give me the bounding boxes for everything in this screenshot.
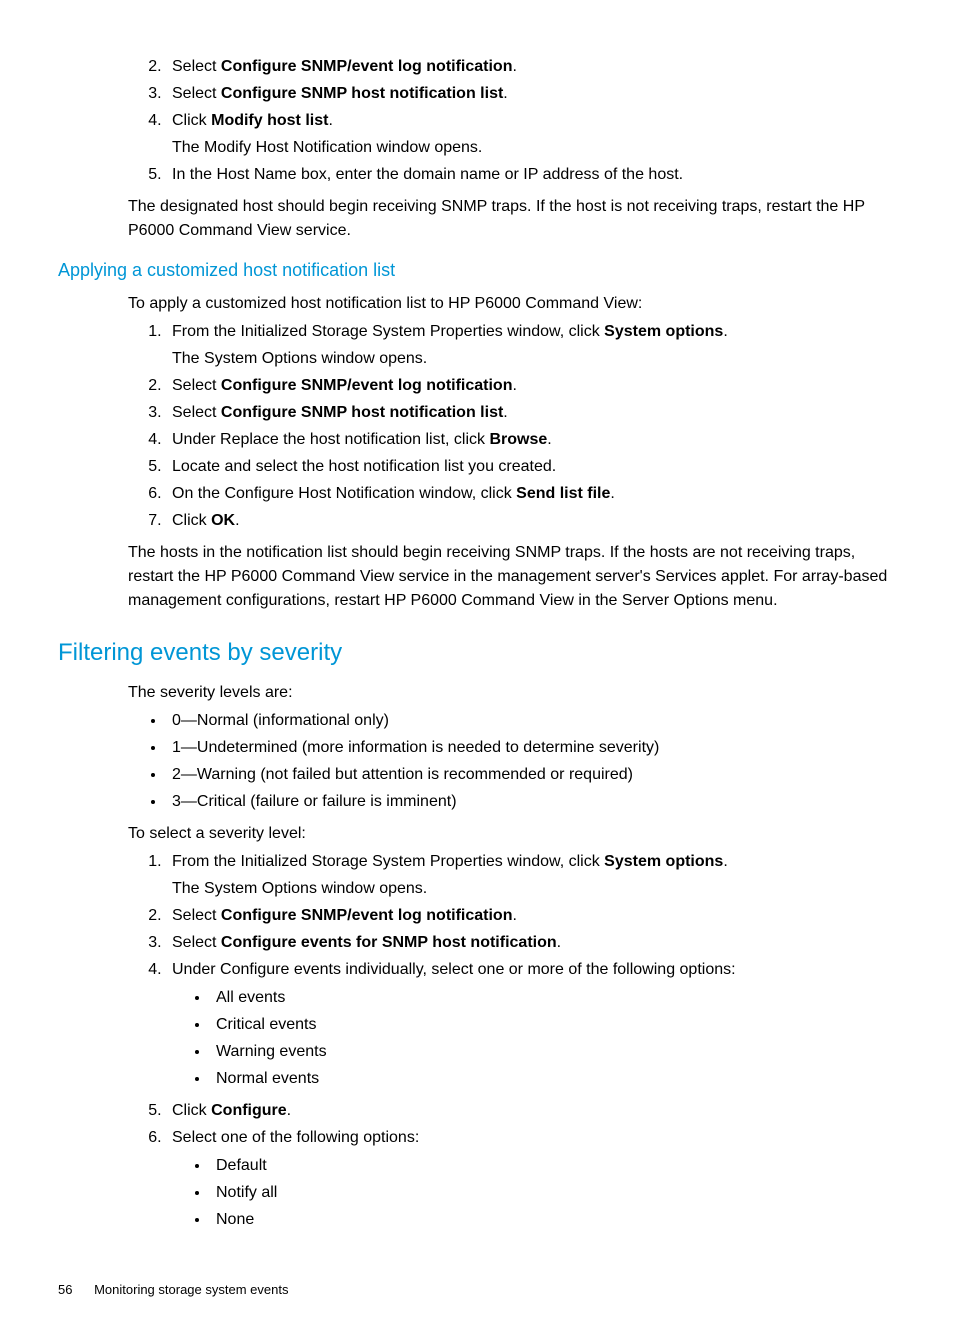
bold-term: System options [604,853,723,870]
severity-levels-list: 0—Normal (informational only) 1—Undetermi… [128,709,896,814]
section1-ordered-list: From the Initialized Storage System Prop… [128,320,896,533]
list-item: Select Configure events for SNMP host no… [166,931,896,955]
section1-lead: To apply a customized host notification … [128,292,896,316]
page-number: 56 [58,1280,72,1300]
list-item: On the Configure Host Notification windo… [166,482,896,506]
bold-term: Configure SNMP/event log notification [221,58,513,75]
list-item: Click Modify host list.The Modify Host N… [166,109,896,160]
page-footer: 56 Monitoring storage system events [58,1280,896,1300]
bullet-item: None [210,1208,896,1232]
list-item-subtext: The System Options window opens. [172,347,896,371]
section-heading-filtering: Filtering events by severity [58,635,896,671]
list-item: In the Host Name box, enter the domain n… [166,163,896,187]
list-item: Select one of the following options:Defa… [166,1126,896,1232]
bold-term: Send list file [516,485,610,502]
list-item: Select Configure SNMP host notification … [166,401,896,425]
bullet-item: All events [210,986,896,1010]
bullet-item: Normal events [210,1067,896,1091]
section-heading-applying: Applying a customized host notification … [58,257,896,284]
section2-ordered-list: From the Initialized Storage System Prop… [128,850,896,1232]
nested-bullet-list: All events Critical events Warning events N… [172,986,896,1091]
bullet-item: 1—Undetermined (more information is need… [166,736,896,760]
list-item: Click Configure. [166,1099,896,1123]
section2-lead1: The severity levels are: [128,681,896,705]
list-item: Click OK. [166,509,896,533]
bold-term: OK [211,512,235,529]
bullet-item: Default [210,1154,896,1178]
nested-bullet-list: Default Notify all None [172,1154,896,1232]
list-item: Select Configure SNMP/event log notifica… [166,55,896,79]
intro-ordered-list: Select Configure SNMP/event log notifica… [128,55,896,187]
list-item: Locate and select the host notification … [166,455,896,479]
bold-term: Modify host list [211,112,328,129]
section1-tail: The hosts in the notification list shoul… [128,541,896,613]
bullet-item: 2—Warning (not failed but attention is r… [166,763,896,787]
bold-term: System options [604,323,723,340]
list-item: Under Replace the host notification list… [166,428,896,452]
list-item: Under Configure events individually, sel… [166,958,896,1091]
list-item-subtext: The Modify Host Notification window open… [172,136,896,160]
bullet-item: Warning events [210,1040,896,1064]
list-item: Select Configure SNMP/event log notifica… [166,904,896,928]
bold-term: Configure SNMP/event log notification [221,377,513,394]
bold-term: Configure SNMP host notification list [221,404,503,421]
bold-term: Browse [489,431,547,448]
list-item-subtext: The System Options window opens. [172,877,896,901]
list-item: From the Initialized Storage System Prop… [166,850,896,901]
list-item: From the Initialized Storage System Prop… [166,320,896,371]
intro-paragraph: The designated host should begin receivi… [128,195,896,243]
page-content: Select Configure SNMP/event log notifica… [128,55,896,1232]
bullet-item: 0—Normal (informational only) [166,709,896,733]
footer-title: Monitoring storage system events [94,1282,288,1297]
bullet-item: Notify all [210,1181,896,1205]
list-item: Select Configure SNMP host notification … [166,82,896,106]
section2-lead2: To select a severity level: [128,822,896,846]
bullet-item: 3—Critical (failure or failure is immine… [166,790,896,814]
bullet-item: Critical events [210,1013,896,1037]
bold-term: Configure SNMP host notification list [221,85,503,102]
bold-term: Configure [211,1102,287,1119]
list-item: Select Configure SNMP/event log notifica… [166,374,896,398]
bold-term: Configure SNMP/event log notification [221,907,513,924]
bold-term: Configure events for SNMP host notificat… [221,934,557,951]
